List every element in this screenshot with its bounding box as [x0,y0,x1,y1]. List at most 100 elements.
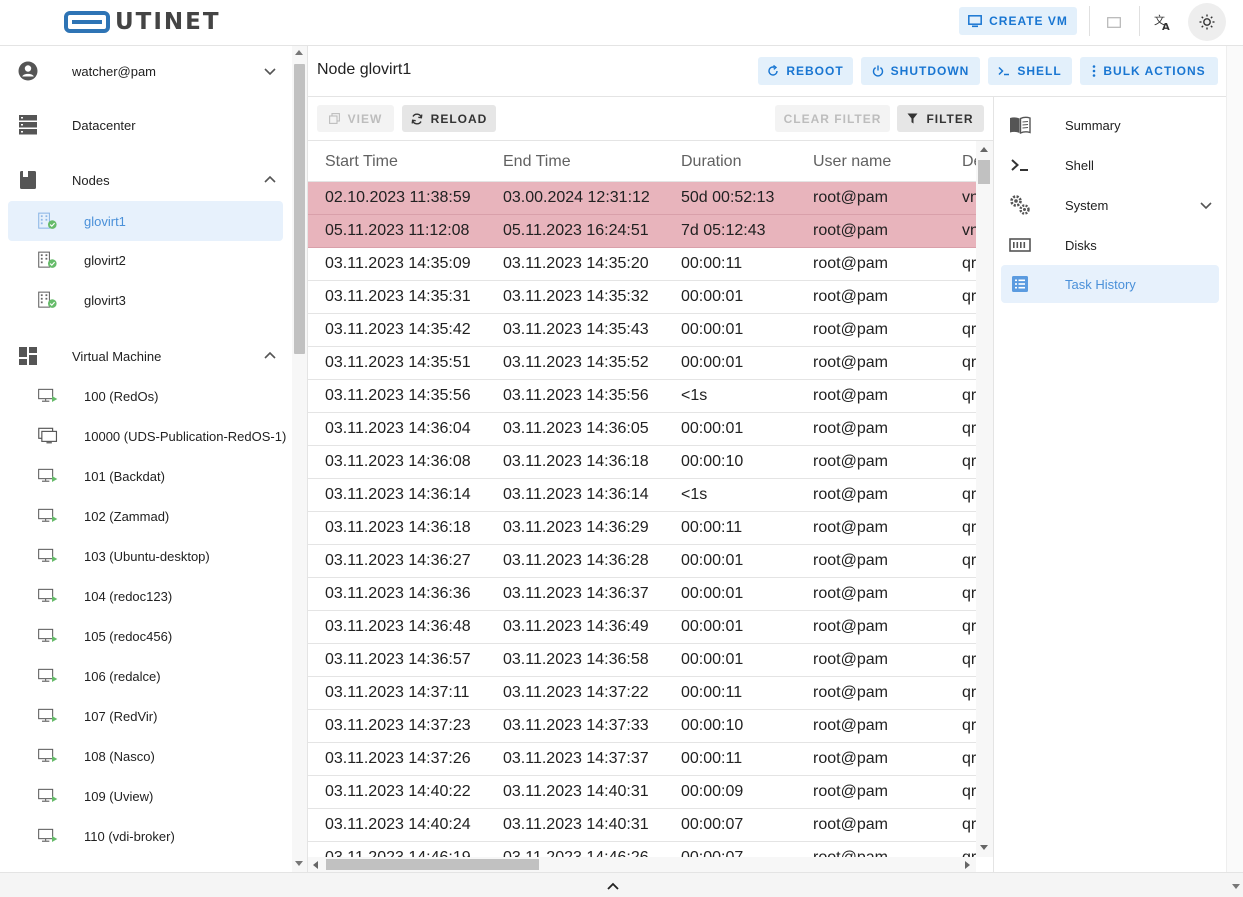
sidebar-section-virtual-machine[interactable]: Virtual Machine [0,336,292,376]
shell-button[interactable]: SHELL [988,57,1072,85]
sidebar-vm-item[interactable]: 105 (redoc456) [0,616,292,656]
table-row[interactable]: 03.11.2023 14:37:26 03.11.2023 14:37:37 00… [308,743,976,776]
cell-end-time: 03.00.2024 12:31:12 [503,189,650,206]
sidebar-vm-item[interactable]: 106 (redalce) [0,656,292,696]
bulk-actions-button[interactable]: BULK ACTIONS [1080,57,1218,85]
nav-item-system[interactable]: System [1001,186,1219,224]
cell-end-time: 03.11.2023 14:36:49 [503,618,649,635]
column-header-user-name[interactable]: User name [813,153,891,171]
scroll-down-arrow[interactable] [1232,884,1240,889]
table-row[interactable]: 03.11.2023 14:35:51 03.11.2023 14:35:52 00… [308,347,976,380]
cell-end-time: 03.11.2023 14:36:58 [503,651,649,668]
scroll-down-arrow[interactable] [295,861,303,866]
chevron-up-icon[interactable] [262,348,278,364]
table-row[interactable]: 03.11.2023 14:37:23 03.11.2023 14:37:33 00… [308,710,976,743]
sidebar-section-nodes[interactable]: Nodes [0,160,292,200]
cell-end-time: 03.11.2023 14:46:26 [503,849,649,857]
scroll-right-arrow[interactable] [965,861,970,869]
scroll-down-arrow[interactable] [980,845,988,850]
table-row[interactable]: 03.11.2023 14:37:11 03.11.2023 14:37:22 00… [308,677,976,710]
table-row[interactable]: 05.11.2023 11:12:08 05.11.2023 16:24:51 7d… [308,215,976,248]
view-button[interactable]: VIEW [317,105,394,132]
cell-description: qr [962,651,976,668]
table-row[interactable]: 03.11.2023 14:36:14 03.11.2023 14:36:14 <1… [308,479,976,512]
table-row[interactable]: 03.11.2023 14:36:57 03.11.2023 14:36:58 00… [308,644,976,677]
table-row[interactable]: 03.11.2023 14:36:18 03.11.2023 14:36:29 00… [308,512,976,545]
table-row[interactable]: 02.10.2023 11:38:59 03.00.2024 12:31:12 50… [308,182,976,215]
table-row[interactable]: 03.11.2023 14:35:31 03.11.2023 14:35:32 00… [308,281,976,314]
table-scroll-thumb[interactable] [978,160,990,184]
sidebar-vm-item[interactable]: 107 (RedVir) [0,696,292,736]
cell-end-time: 05.11.2023 16:24:51 [503,222,649,239]
cell-start-time: 03.11.2023 14:36:04 [325,420,471,437]
column-header-description[interactable]: De [962,153,976,171]
table-row[interactable]: 03.11.2023 14:36:04 03.11.2023 14:36:05 00… [308,413,976,446]
shutdown-button[interactable]: SHUTDOWN [861,57,980,85]
sidebar-user[interactable]: watcher@pam [0,51,292,91]
vm-name: 110 (vdi-broker) [84,828,175,844]
nav-label: Disks [1065,238,1097,253]
table-row[interactable]: 03.11.2023 14:36:27 03.11.2023 14:36:28 00… [308,545,976,578]
reboot-button[interactable]: REBOOT [758,57,853,85]
sidebar-vm-item[interactable]: 102 (Zammad) [0,496,292,536]
sidebar-vm-item[interactable]: 110 (vdi-broker) [0,816,292,856]
table-row[interactable]: 03.11.2023 14:36:08 03.11.2023 14:36:18 00… [308,446,976,479]
sidebar-node-glovirt1[interactable]: glovirt1 [8,201,283,241]
cell-description: qr [962,750,976,767]
cell-start-time: 03.11.2023 14:35:51 [325,354,471,371]
nav-item-disks[interactable]: Disks [1001,226,1219,264]
sidebar-vm-item[interactable]: 10000 (UDS-Publication-RedOS-1) [0,416,292,456]
nav-item-summary[interactable]: Summary [1001,106,1219,144]
table-hscroll-thumb[interactable] [326,859,539,870]
chevron-down-icon[interactable] [262,63,278,79]
theme-toggle-button[interactable] [1188,3,1226,41]
nav-item-shell[interactable]: Shell [1001,146,1219,184]
table-row[interactable]: 03.11.2023 14:35:09 03.11.2023 14:35:20 00… [308,248,976,281]
sidebar-node-glovirt2[interactable]: glovirt2 [0,240,292,280]
table-row[interactable]: 03.11.2023 14:35:42 03.11.2023 14:35:43 00… [308,314,976,347]
more-vert-icon [1093,65,1096,77]
cell-description: qr [962,519,976,536]
sidebar-vm-item[interactable]: 104 (redoc123) [0,576,292,616]
sidebar-vm-item[interactable]: 108 (Nasco) [0,736,292,776]
table-row[interactable]: 03.11.2023 14:40:24 03.11.2023 14:40:31 00… [308,809,976,842]
cell-end-time: 03.11.2023 14:36:37 [503,585,649,602]
cell-duration: 00:00:01 [681,651,744,668]
table-row[interactable]: 03.11.2023 14:35:56 03.11.2023 14:35:56 <1… [308,380,976,413]
sidebar-vm-item[interactable]: 100 (RedOs) [0,376,292,416]
cell-duration: 00:00:01 [681,354,744,371]
scroll-left-arrow[interactable] [313,861,318,869]
scroll-up-arrow[interactable] [980,147,988,152]
scroll-up-arrow[interactable] [295,50,303,55]
clear-filter-button[interactable]: CLEAR FILTER [775,105,890,132]
cell-user-name: root@pam [813,453,888,470]
cell-user-name: root@pam [813,354,888,371]
sidebar-node-glovirt3[interactable]: glovirt3 [0,280,292,320]
sidebar-vm-item[interactable]: 103 (Ubuntu-desktop) [0,536,292,576]
cell-user-name: root@pam [813,420,888,437]
chevron-up-icon[interactable] [606,881,620,891]
table-row[interactable]: 03.11.2023 14:40:22 03.11.2023 14:40:31 00… [308,776,976,809]
filter-button[interactable]: FILTER [897,105,984,132]
cell-user-name: root@pam [813,585,888,602]
column-header-duration[interactable]: Duration [681,153,741,171]
page-scrollbar[interactable] [1226,46,1243,872]
table-row[interactable]: 03.11.2023 14:36:48 03.11.2023 14:36:49 00… [308,611,976,644]
create-vm-button[interactable]: CREATE VM [959,7,1077,35]
column-header-start-time[interactable]: Start Time [325,153,398,171]
sidebar-vm-item[interactable]: 101 (Backdat) [0,456,292,496]
logo[interactable]: UTINET [64,10,221,34]
sidebar-item-datacenter[interactable]: Datacenter [0,105,292,145]
language-button[interactable]: 文A [1148,8,1178,36]
table-row[interactable]: 03.11.2023 14:36:36 03.11.2023 14:36:37 00… [308,578,976,611]
table-row[interactable]: 03.11.2023 14:46:19 03.11.2023 14:46:26 00… [308,842,976,857]
table-vertical-scrollbar[interactable] [976,141,993,857]
window-toggle-button[interactable] [1099,8,1129,36]
nav-item-task-history[interactable]: Task History [1001,265,1219,303]
sidebar-vm-item[interactable]: 109 (Uview) [0,776,292,816]
chevron-down-icon[interactable] [1198,197,1214,213]
sidebar-scroll-thumb[interactable] [294,64,305,354]
reload-button[interactable]: RELOAD [402,105,496,132]
column-header-end-time[interactable]: End Time [503,153,571,171]
chevron-up-icon[interactable] [262,172,278,188]
